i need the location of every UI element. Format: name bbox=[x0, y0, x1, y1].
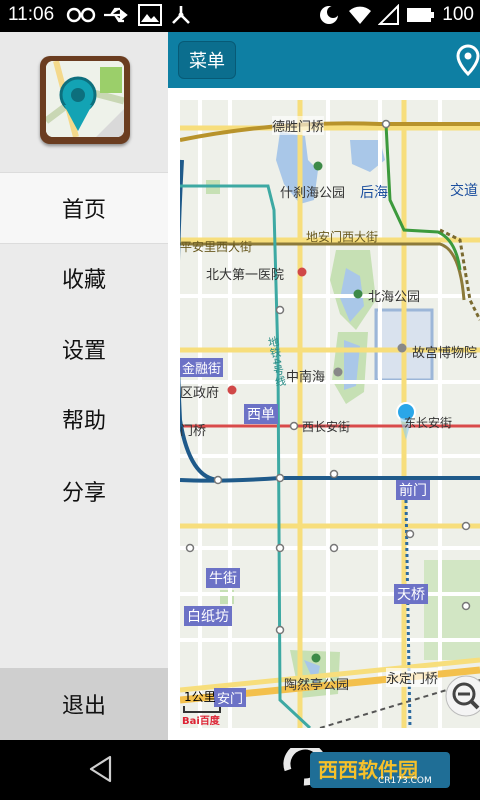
map-label: 牛街 bbox=[206, 568, 240, 588]
map-pin-logo-icon bbox=[46, 61, 124, 137]
map-labels: 德胜门桥 什刹海公园 后海 交道 平安里西大街 地安门西大街 北大第一医院 北海… bbox=[180, 100, 480, 728]
map-label: 平安里西大街 bbox=[180, 240, 253, 254]
status-bar: 11:06 100 bbox=[0, 0, 480, 32]
map-label: 白纸坊 bbox=[184, 606, 232, 626]
map-label: 永定门桥 bbox=[386, 668, 439, 687]
map-label: 什刹海公园 bbox=[280, 186, 346, 201]
drawer-item-favorites[interactable]: 收藏 bbox=[0, 243, 168, 313]
map-label: 天桥 bbox=[394, 584, 428, 604]
navigation-bar: 西西软件园 CR173.COM bbox=[0, 740, 480, 800]
exit-label: 退出 bbox=[61, 694, 106, 719]
app-logo bbox=[40, 56, 130, 144]
map-view[interactable]: 德胜门桥 什刹海公园 后海 交道 平安里西大街 地安门西大街 北大第一医院 北海… bbox=[180, 100, 480, 728]
map-label: 北海公园 bbox=[368, 290, 421, 305]
map-label: 地铁4号线 bbox=[265, 335, 288, 388]
map-label: 金融街 bbox=[180, 358, 224, 377]
map-label: 中南海 bbox=[286, 370, 326, 385]
drawer-header bbox=[0, 32, 168, 173]
status-time: 11:06 bbox=[8, 4, 55, 25]
exit-button[interactable]: 退出 bbox=[0, 668, 168, 740]
baidu-logo: Bai百度 bbox=[182, 716, 220, 727]
drawer-item-label: 分享 bbox=[61, 481, 106, 506]
battery-icon bbox=[407, 8, 434, 22]
map-label: 地安门西大街 bbox=[306, 230, 379, 244]
top-bar: 菜单 bbox=[168, 32, 480, 88]
map-label: 东长安街 bbox=[404, 416, 453, 430]
map-label: 陶然亭公园 bbox=[284, 678, 350, 693]
map-label: 西单 bbox=[244, 404, 278, 424]
battery-percent: 100 bbox=[442, 4, 474, 25]
map-label: 故宫博物院 bbox=[412, 346, 478, 361]
drawer-item-help[interactable]: 帮助 bbox=[0, 384, 168, 454]
drawer-item-home[interactable]: 首页 bbox=[0, 172, 168, 244]
network-share-icon bbox=[172, 6, 190, 24]
image-icon bbox=[138, 4, 162, 26]
wifi-icon bbox=[349, 6, 371, 24]
back-icon[interactable] bbox=[86, 754, 116, 784]
location-pin-icon[interactable] bbox=[456, 44, 480, 76]
map-label: 交道 bbox=[450, 183, 478, 199]
map-label: 前门 bbox=[396, 480, 430, 500]
drawer-item-label: 收藏 bbox=[61, 268, 106, 293]
map-label: 西长安街 bbox=[302, 420, 351, 434]
signal-icon bbox=[378, 4, 399, 25]
menu-button[interactable]: 菜单 bbox=[178, 41, 236, 79]
drawer-item-label: 帮助 bbox=[61, 409, 106, 434]
navigation-drawer: 首页 收藏 设置 帮助 分享 退出 bbox=[0, 32, 168, 740]
drawer-item-label: 首页 bbox=[61, 198, 106, 223]
map-label: 安门 bbox=[214, 688, 247, 707]
watermark: 西西软件园 CR173.COM bbox=[268, 748, 458, 792]
usb-icon bbox=[104, 7, 128, 23]
drawer-item-label: 设置 bbox=[61, 339, 106, 364]
do-not-disturb-icon bbox=[320, 6, 339, 24]
voicemail-icon bbox=[66, 7, 96, 23]
drawer-item-share[interactable]: 分享 bbox=[0, 456, 168, 526]
map-label: 区政府 bbox=[180, 386, 220, 401]
map-label: 北大第一医院 bbox=[206, 268, 285, 283]
main-panel: 菜单 德胜门桥 什刹海公园 后海 交道 平安里西大街 地安门西大街 北大第一医院… bbox=[168, 32, 480, 740]
map-label: 后海 bbox=[360, 185, 388, 201]
watermark-subtext: CR173.COM bbox=[378, 776, 432, 786]
map-label: 德胜门桥 bbox=[272, 116, 325, 135]
drawer-item-settings[interactable]: 设置 bbox=[0, 314, 168, 384]
map-label: 门桥 bbox=[180, 424, 207, 439]
map-scale-label: 1公里 bbox=[184, 690, 216, 704]
